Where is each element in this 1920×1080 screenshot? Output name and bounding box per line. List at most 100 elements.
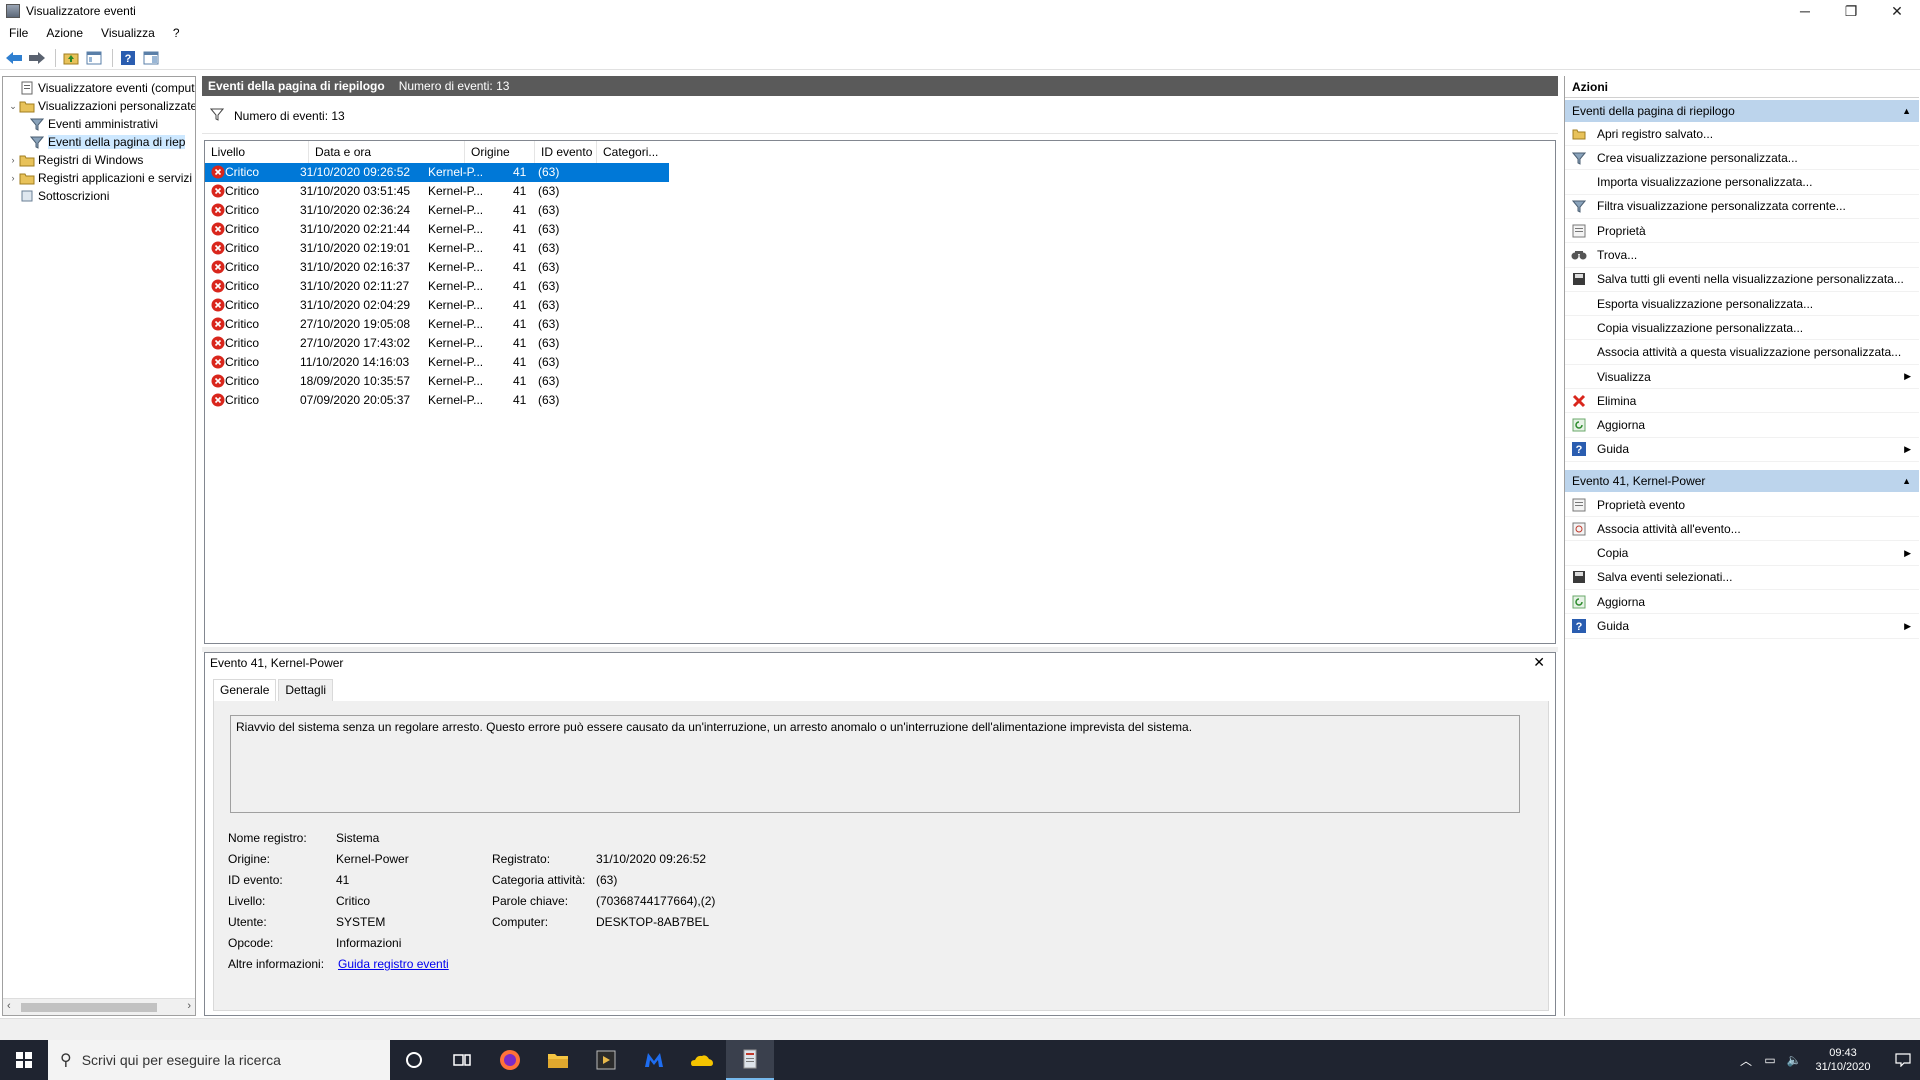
event-log-help-link[interactable]: Guida registro eventi (338, 957, 449, 971)
scrollbar-thumb[interactable] (21, 1003, 157, 1012)
folder-icon (19, 152, 35, 168)
table-row[interactable]: Critico 31/10/2020 02:19:01 Kernel-P... 41 (… (205, 239, 669, 258)
action-apri-registro-salvato[interactable]: Apri registro salvato... (1565, 122, 1919, 146)
column-header-origine[interactable]: Origine (465, 141, 535, 163)
table-row[interactable]: Critico 31/10/2020 02:11:27 Kernel-P... 41 (… (205, 277, 669, 296)
notifications-icon[interactable] (1886, 1040, 1920, 1080)
event-viewer-taskbar-icon[interactable] (726, 1040, 774, 1080)
action-importa-visualizzazione-personalizzata[interactable]: Importa visualizzazione personalizzata..… (1565, 171, 1919, 195)
action-associa-attivit-all-evento[interactable]: Associa attività all'evento... (1565, 517, 1919, 542)
action-esporta-visualizzazione-personalizzata[interactable]: Esporta visualizzazione personalizzata..… (1565, 292, 1919, 317)
tree-item-root[interactable]: Visualizzatore eventi (computer (7, 79, 195, 97)
table-row[interactable]: Critico 18/09/2020 10:35:57 Kernel-P... 41 (… (205, 372, 669, 391)
menu-azione[interactable]: Azione (37, 26, 92, 40)
expand-chevron-icon[interactable]: › (7, 173, 19, 183)
tree-item-custom-views[interactable]: ⌄ Visualizzazioni personalizzate (7, 97, 195, 115)
table-row[interactable]: Critico 27/10/2020 17:43:02 Kernel-P... 41 (… (205, 334, 669, 353)
tree-item-subscriptions[interactable]: Sottoscrizioni (7, 187, 109, 205)
actions-section-summary[interactable]: Eventi della pagina di riepilogo ▲ (1565, 100, 1919, 122)
action-filtra-visualizzazione-personalizzata-corrente[interactable]: Filtra visualizzazione personalizzata co… (1565, 195, 1919, 219)
collapse-up-icon[interactable]: ▲ (1902, 106, 1911, 116)
firefox-icon[interactable] (486, 1040, 534, 1080)
back-arrow-icon[interactable] (4, 48, 24, 68)
menu-visualizza[interactable]: Visualizza (92, 26, 164, 40)
tab-generale[interactable]: Generale (213, 679, 277, 702)
start-button[interactable] (0, 1040, 48, 1080)
file-explorer-icon[interactable] (534, 1040, 582, 1080)
action-salva-tutti-gli-eventi-nella-visualizzazione-personalizzata[interactable]: Salva tutti gli eventi nella visualizzaz… (1565, 268, 1919, 292)
collapse-chevron-icon[interactable]: ⌄ (7, 101, 19, 112)
task-view-icon[interactable] (438, 1040, 486, 1080)
row-date: 18/09/2020 10:35:57 (300, 374, 411, 388)
action-copia-visualizzazione-personalizzata[interactable]: Copia visualizzazione personalizzata... (1565, 316, 1919, 341)
collapse-up-icon[interactable]: ▲ (1902, 476, 1911, 486)
action-aggiorna[interactable]: Aggiorna (1565, 414, 1919, 438)
critical-error-icon (211, 393, 225, 407)
table-row[interactable]: Critico 31/10/2020 02:21:44 Kernel-P... 41 (… (205, 220, 669, 239)
table-row[interactable]: Critico 07/09/2020 20:05:37 Kernel-P... 41 (… (205, 391, 669, 410)
scroll-left-icon[interactable]: ‹ (7, 1000, 11, 1012)
table-row[interactable]: Critico 31/10/2020 02:04:29 Kernel-P... 41 (… (205, 296, 669, 315)
forward-arrow-icon[interactable] (27, 48, 47, 68)
tree-horizontal-scrollbar[interactable]: ‹ › (3, 998, 195, 1015)
table-row[interactable]: Critico 31/10/2020 02:16:37 Kernel-P... 41 (… (205, 258, 669, 277)
expand-chevron-icon[interactable]: › (7, 155, 19, 165)
table-row[interactable]: Critico 27/10/2020 19:05:08 Kernel-P... 41 (… (205, 315, 669, 334)
row-level: Critico (225, 393, 260, 407)
action-copia[interactable]: Copia ▶ (1565, 542, 1919, 566)
action-aggiorna[interactable]: Aggiorna (1565, 590, 1919, 615)
taskbar-search[interactable]: ⚲ Scrivi qui per eseguire la ricerca (48, 1040, 390, 1080)
table-row[interactable]: Critico 11/10/2020 14:16:03 Kernel-P... 41 (… (205, 353, 669, 372)
column-header-data[interactable]: Data e ora (309, 141, 465, 163)
tree-item-app-logs[interactable]: › Registri applicazioni e servizi (7, 169, 193, 187)
row-level: Critico (225, 203, 260, 217)
onedrive-icon[interactable] (678, 1040, 726, 1080)
menu-help[interactable]: ? (164, 26, 189, 40)
action-propriet[interactable]: Proprietà (1565, 219, 1919, 244)
action-propriet-evento[interactable]: Proprietà evento (1565, 493, 1919, 517)
scroll-right-icon[interactable]: › (187, 1000, 191, 1012)
malwarebytes-icon[interactable] (630, 1040, 678, 1080)
action-visualizza[interactable]: Visualizza ▶ (1565, 365, 1919, 389)
row-event-id: 41 (513, 317, 527, 331)
row-source: Kernel-P... (428, 336, 484, 350)
media-app-icon[interactable] (582, 1040, 630, 1080)
prop-label-computer: Computer: (492, 915, 549, 929)
prop-label-parole-chiave: Parole chiave: (492, 894, 569, 908)
restore-button[interactable]: ❐ (1828, 0, 1874, 22)
minimize-button[interactable]: ─ (1782, 0, 1828, 22)
tree-item-admin-events[interactable]: Eventi amministrativi (29, 115, 158, 133)
action-crea-visualizzazione-personalizzata[interactable]: Crea visualizzazione personalizzata... (1565, 146, 1919, 171)
action-elimina[interactable]: Elimina (1565, 389, 1919, 414)
tree-item-windows-logs[interactable]: › Registri di Windows (7, 151, 144, 169)
menu-file[interactable]: File (0, 26, 37, 40)
tab-dettagli[interactable]: Dettagli (278, 679, 334, 701)
close-icon[interactable]: ✕ (1533, 654, 1545, 671)
column-header-categoria[interactable]: Categori... (597, 141, 669, 163)
action-salva-eventi-selezionati[interactable]: Salva eventi selezionati... (1565, 566, 1919, 590)
clock[interactable]: 09:43 31/10/2020 (1808, 1046, 1878, 1074)
action-guida[interactable]: ? Guida ▶ (1565, 615, 1919, 639)
network-icon[interactable]: ▭ (1760, 1053, 1780, 1067)
up-folder-icon[interactable] (61, 48, 81, 68)
actions-section-event[interactable]: Evento 41, Kernel-Power ▲ (1565, 470, 1919, 492)
volume-icon[interactable]: 🔈 (1784, 1053, 1804, 1067)
tree-item-summary-events[interactable]: Eventi della pagina di riep (29, 133, 186, 151)
chevron-up-icon[interactable]: ︿ (1736, 1052, 1756, 1069)
table-row[interactable]: Critico 31/10/2020 09:26:52 Kernel-P... 41 (… (205, 163, 669, 182)
table-row[interactable]: Critico 31/10/2020 02:36:24 Kernel-P... 41 (… (205, 201, 669, 220)
show-action-pane-icon[interactable] (141, 48, 161, 68)
save-icon (1571, 569, 1587, 585)
cortana-icon[interactable] (390, 1040, 438, 1080)
column-header-livello[interactable]: Livello (205, 141, 309, 163)
column-header-id[interactable]: ID evento (535, 141, 597, 163)
prop-value-id: 41 (336, 873, 350, 887)
help-icon[interactable]: ? (118, 48, 138, 68)
action-trova[interactable]: Trova... (1565, 244, 1919, 268)
action-guida[interactable]: ? Guida ▶ (1565, 438, 1919, 462)
action-associa-attivit-a-questa-visualizzazione-personalizzata[interactable]: Associa attività a questa visualizzazion… (1565, 341, 1919, 365)
event-description[interactable]: Riavvio del sistema senza un regolare ar… (230, 715, 1520, 813)
close-window-button[interactable]: ✕ (1874, 0, 1920, 22)
show-tree-icon[interactable] (84, 48, 104, 68)
table-row[interactable]: Critico 31/10/2020 03:51:45 Kernel-P... 41 (… (205, 182, 669, 201)
